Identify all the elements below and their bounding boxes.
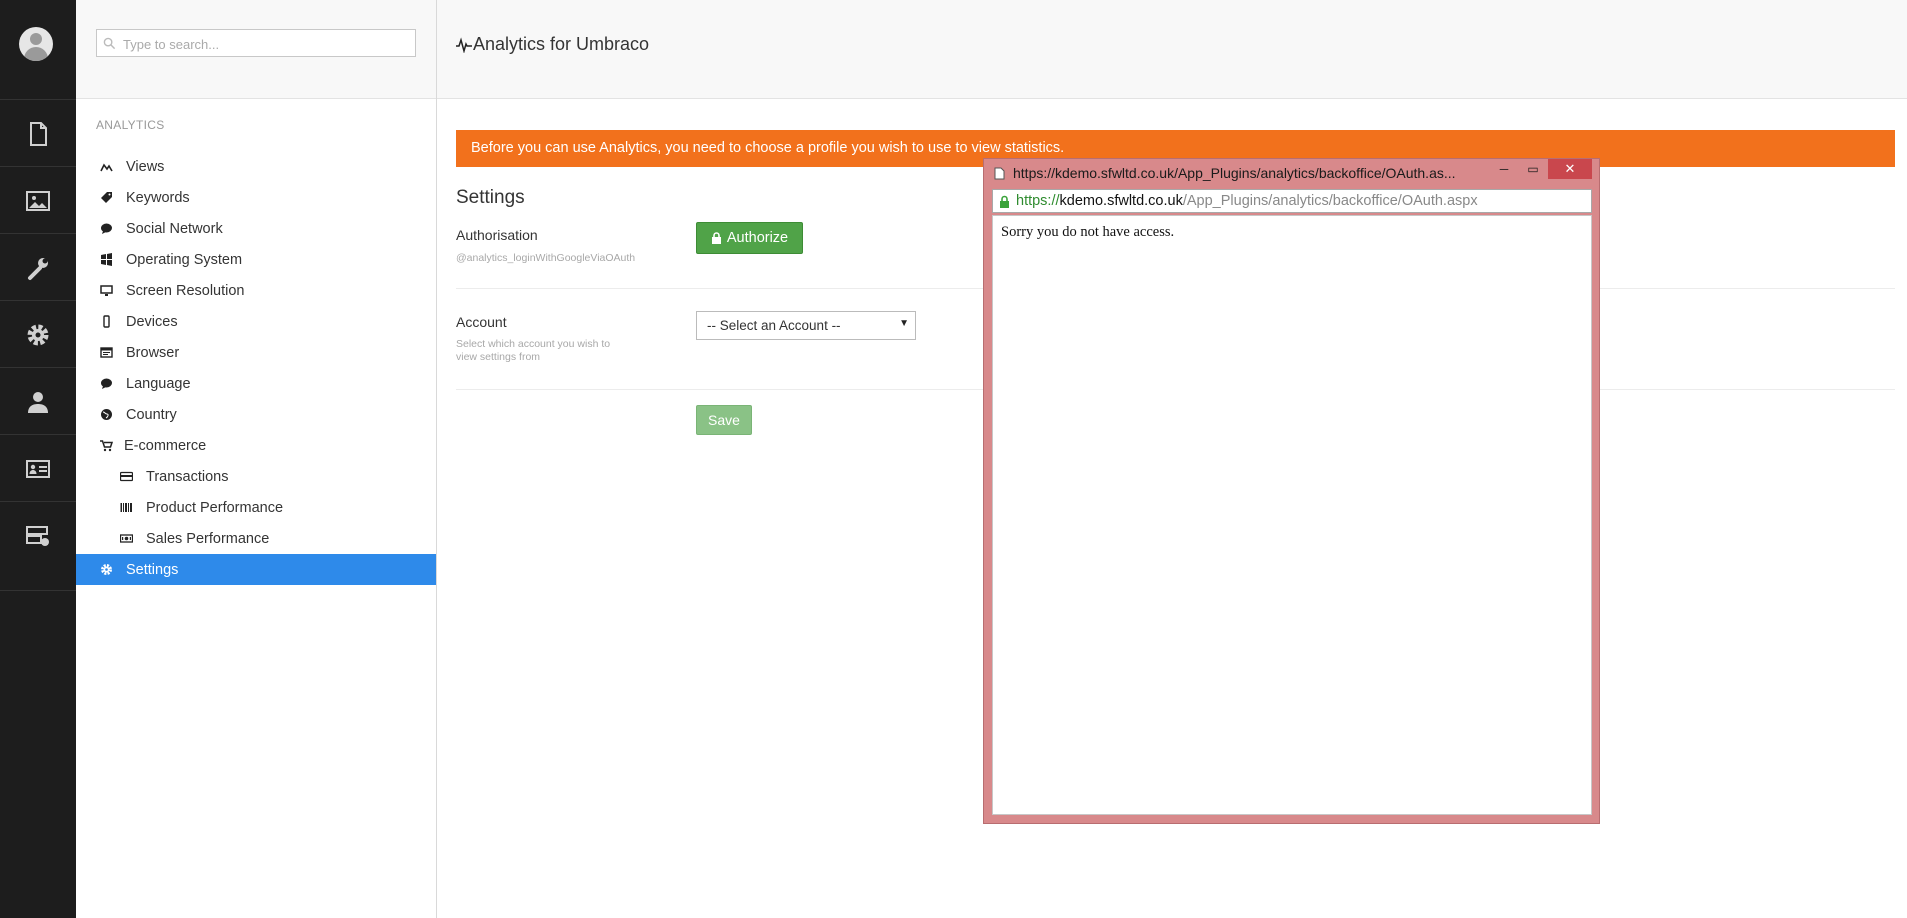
access-denied-message: Sorry you do not have access.: [1001, 224, 1175, 240]
tree-item-country[interactable]: Country: [76, 399, 436, 430]
tree-item-label: Sales Performance: [146, 530, 270, 547]
lock-icon: [711, 232, 721, 244]
popup-titlebar[interactable]: https://kdemo.sfwltd.co.uk/App_Plugins/a…: [994, 163, 1456, 183]
url-path: /App_Plugins/analytics/backoffice/OAuth.…: [1182, 193, 1478, 209]
avatar[interactable]: [19, 27, 53, 61]
tree-item-keywords[interactable]: Keywords: [76, 182, 436, 213]
tag-icon: [100, 192, 112, 203]
monitor-icon: [99, 285, 113, 296]
tree-item-views[interactable]: Views: [76, 151, 436, 182]
tree-item-label: E-commerce: [124, 437, 207, 454]
tree-item-browser[interactable]: Browser: [76, 337, 436, 368]
tree-item-social-network[interactable]: Social Network: [76, 213, 436, 244]
authorisation-label: Authorisation: [456, 227, 538, 243]
settings-gear-icon[interactable]: [0, 300, 76, 368]
tree-item-e-commerce[interactable]: E-commerce: [76, 430, 436, 461]
mobile-icon: [102, 315, 110, 328]
search-box[interactable]: [96, 29, 416, 57]
tree-item-label: Devices: [126, 313, 178, 330]
tree-item-language[interactable]: Language: [76, 368, 436, 399]
main-header: Analytics for Umbraco: [437, 0, 1907, 99]
minimize-button[interactable]: ─: [1491, 159, 1517, 179]
tree-item-devices[interactable]: Devices: [76, 306, 436, 337]
tree-item-label: Social Network: [126, 220, 223, 237]
oauth-popup-window: https://kdemo.sfwltd.co.uk/App_Plugins/a…: [983, 158, 1600, 824]
save-button[interactable]: Save: [696, 405, 752, 435]
credit-card-icon: [119, 471, 133, 482]
users-section-icon[interactable]: [0, 367, 76, 435]
lock-icon: [1000, 195, 1009, 208]
popup-title-text: https://kdemo.sfwltd.co.uk/App_Plugins/a…: [1013, 165, 1456, 181]
tree-item-label: Transactions: [146, 468, 229, 485]
forms-section-icon[interactable]: [0, 501, 76, 569]
tree-header: [76, 0, 436, 99]
tree-item-label: Operating System: [126, 251, 243, 268]
speech-bubble-icon: [100, 378, 112, 389]
money-icon: [119, 534, 133, 543]
page-icon: [994, 167, 1005, 179]
line-chart-icon: [99, 163, 113, 172]
account-select-value: -- Select an Account --: [707, 318, 841, 333]
tree-item-settings[interactable]: Settings: [76, 554, 436, 585]
account-description: Select which account you wish to view se…: [456, 338, 611, 363]
account-label: Account: [456, 314, 507, 330]
account-select[interactable]: -- Select an Account -- ▼: [696, 311, 916, 340]
url-scheme: https://: [1016, 193, 1060, 209]
members-card-icon[interactable]: [0, 434, 76, 502]
tree-item-label: Country: [126, 406, 177, 423]
gear-icon: [100, 564, 112, 575]
app-sections-rail: [0, 0, 76, 918]
search-input[interactable]: [121, 32, 405, 56]
tree-item-label: Settings: [126, 561, 179, 578]
settings-heading: Settings: [456, 187, 525, 208]
close-icon: ✕: [1564, 161, 1576, 176]
dropdown-arrow-icon: ▼: [899, 318, 909, 329]
tree-section-title: ANALYTICS: [96, 118, 165, 132]
tree-item-transactions[interactable]: Transactions: [76, 461, 436, 492]
tree-item-product-performance[interactable]: Product Performance: [76, 492, 436, 523]
browser-icon: [99, 347, 113, 358]
windows-logo-icon: [100, 253, 112, 266]
tree-item-operating-system[interactable]: Operating System: [76, 244, 436, 275]
tree-item-label: Screen Resolution: [126, 282, 245, 299]
content-section-icon[interactable]: [0, 99, 76, 167]
page-title: Analytics for Umbraco: [456, 34, 649, 55]
authorize-button[interactable]: Authorize: [696, 222, 803, 254]
page-title-text: Analytics for Umbraco: [473, 34, 650, 54]
cart-icon: [99, 440, 113, 452]
tree-item-label: Product Performance: [146, 499, 284, 516]
tree-item-label: Keywords: [126, 189, 190, 206]
popup-content: Sorry you do not have access.: [992, 215, 1592, 815]
authorize-button-label: Authorize: [726, 230, 789, 246]
maximize-button[interactable]: ▭: [1520, 159, 1546, 179]
developer-wrench-icon[interactable]: [0, 233, 76, 301]
speech-bubble-icon: [100, 223, 112, 234]
tree-item-label: Views: [126, 158, 165, 175]
tree-item-sales-performance[interactable]: Sales Performance: [76, 523, 436, 554]
pulse-icon: [456, 36, 472, 53]
tree-item-label: Browser: [126, 344, 180, 361]
url-host: kdemo.sfwltd.co.uk: [1059, 193, 1183, 209]
media-section-icon[interactable]: [0, 166, 76, 234]
globe-icon: [100, 409, 112, 420]
barcode-icon: [120, 503, 132, 512]
tree-panel: ANALYTICS Views Keywords Social Network …: [76, 0, 437, 918]
tree-item-label: Language: [126, 375, 191, 392]
address-bar[interactable]: https://kdemo.sfwltd.co.uk/App_Plugins/a…: [992, 189, 1592, 213]
tree-item-screen-resolution[interactable]: Screen Resolution: [76, 275, 436, 306]
search-icon: [103, 37, 116, 50]
close-button[interactable]: ✕: [1548, 159, 1592, 179]
authorisation-description: @analytics_loginWithGoogleViaOAuth: [456, 252, 636, 264]
